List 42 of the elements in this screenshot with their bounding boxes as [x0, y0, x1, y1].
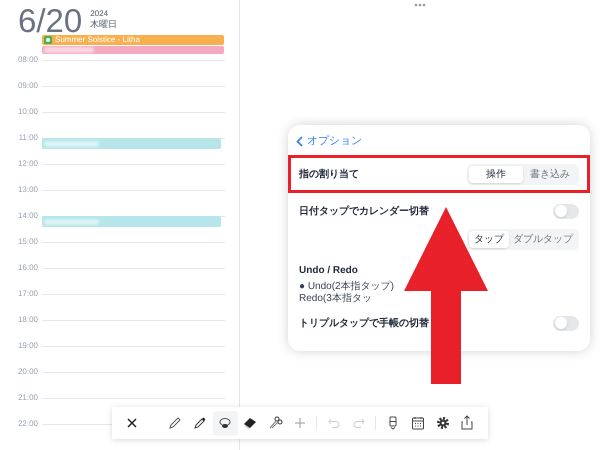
hour-label: 16:00 [16, 264, 38, 272]
lasso-button[interactable] [212, 410, 238, 436]
segment-tab[interactable]: ダブルタップ [509, 230, 577, 248]
hour-label: 18:00 [16, 316, 38, 324]
hour-label: 12:00 [16, 160, 38, 168]
chevron-left-icon [296, 136, 303, 146]
hour-label: 14:00 [16, 212, 38, 220]
hour-label: 15:00 [16, 238, 38, 246]
hour-label: 11:00 [18, 134, 38, 142]
hour-label: 09:00 [16, 82, 38, 90]
setting-note: ● Undo(2本指タップ) Redo(3本指タッ [299, 281, 395, 305]
share-icon[interactable] [459, 415, 476, 431]
calendar-icon[interactable] [410, 415, 426, 431]
more-icon[interactable] [414, 3, 426, 7]
hour-label: 21:00 [16, 394, 38, 402]
section-heading: Undo / Redo [299, 264, 359, 278]
hour-label: 17:00 [16, 290, 38, 298]
toggle-switch[interactable] [553, 204, 579, 218]
date-number: 6/20 [18, 6, 82, 36]
year-label: 2024 [90, 9, 110, 19]
segment-tab[interactable]: 操作 [469, 166, 523, 182]
segment-tab[interactable]: タップ [469, 230, 509, 248]
marker-icon[interactable] [192, 415, 208, 431]
toggle-switch[interactable] [553, 316, 579, 330]
scissors-icon[interactable] [267, 415, 284, 431]
event-title: Summer Solstice - Litha [55, 35, 140, 45]
back-button[interactable]: オプション [296, 132, 362, 150]
lasso-icon[interactable] [217, 415, 234, 431]
weekday-label: 木曜日 [90, 19, 118, 30]
hour-label: 22:00 [16, 420, 38, 428]
hour-label: 08:00 [16, 56, 38, 64]
hour-label: 13:00 [16, 186, 38, 194]
eraser-icon[interactable] [242, 415, 258, 431]
setting-label: 日付タップでカレンダー切替 [299, 204, 430, 218]
pencil-icon[interactable] [167, 415, 184, 431]
hour-label: 20:00 [16, 368, 38, 376]
segment-tab[interactable]: 書き込み [523, 166, 577, 182]
setting-label: 指の割り当て [299, 168, 359, 182]
setting-label: トリプルタップで手帳の切替 [299, 316, 430, 330]
hour-label: 19:00 [16, 342, 38, 350]
settings-icon[interactable] [434, 415, 451, 431]
hour-label: 10:00 [16, 108, 38, 116]
